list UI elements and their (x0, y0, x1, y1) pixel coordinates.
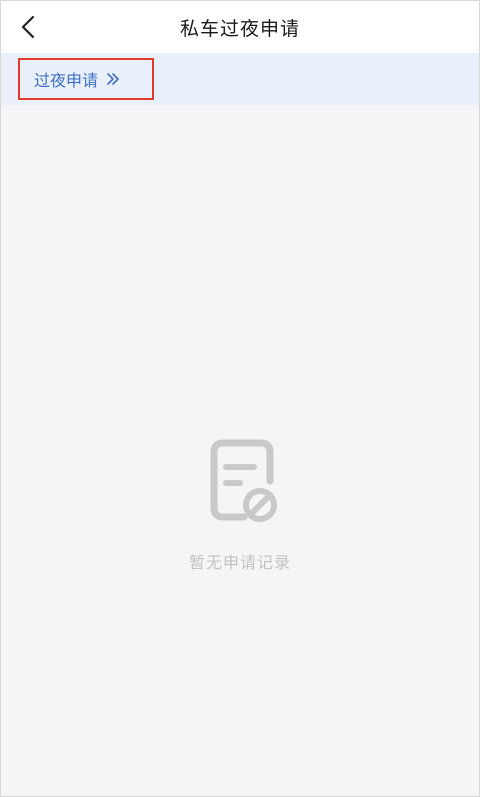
double-chevron-right-icon (106, 72, 120, 86)
top-navigation-bar: 私车过夜申请 (1, 1, 479, 53)
document-forbidden-icon (210, 439, 277, 522)
page-title: 私车过夜申请 (179, 17, 300, 40)
screen: 私车过夜申请 过夜申请 暂无申请记录 (0, 0, 480, 797)
apply-bar: 过夜申请 (1, 53, 479, 105)
empty-state: 暂无申请记录 (1, 439, 479, 573)
overnight-apply-label: 过夜申请 (34, 71, 99, 90)
empty-state-text: 暂无申请记录 (188, 553, 291, 572)
overnight-apply-link[interactable]: 过夜申请 (18, 58, 154, 100)
back-button[interactable] (11, 9, 47, 45)
chevron-left-icon (21, 15, 35, 39)
